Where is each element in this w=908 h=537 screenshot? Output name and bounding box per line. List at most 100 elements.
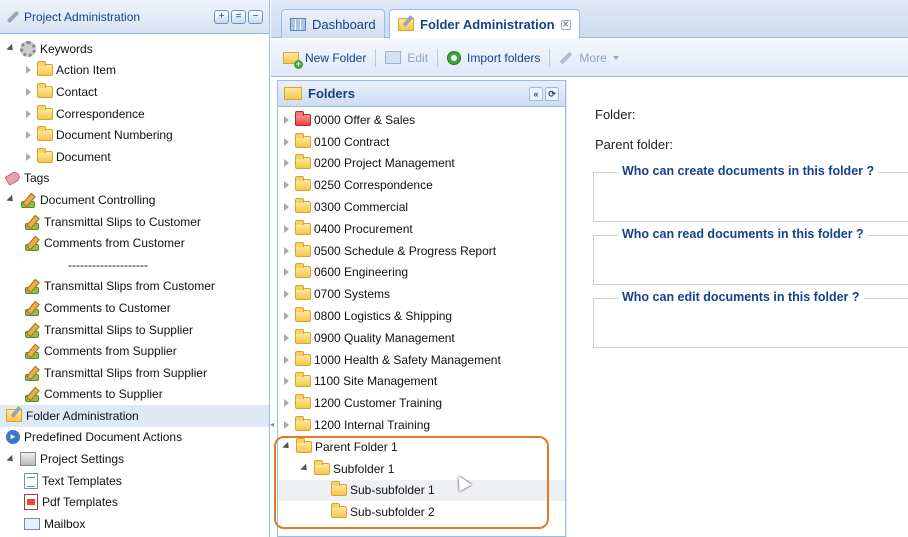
expand-all-button[interactable]: + [214, 9, 229, 24]
admin-tree-item[interactable]: Folder Administration [0, 405, 269, 427]
close-icon[interactable]: ✕ [560, 19, 571, 30]
folder-icon [295, 350, 311, 366]
folder-tree-item[interactable]: 0100 Contract [278, 131, 565, 153]
admin-tree-item[interactable]: Comments to Supplier [0, 384, 269, 406]
collapsed-arrow-icon[interactable] [284, 137, 289, 146]
admin-tree-item[interactable]: Text Templates [0, 470, 269, 492]
admin-tree-label: Document Numbering [56, 128, 173, 143]
more-button[interactable]: More [559, 50, 619, 65]
admin-tree-item[interactable]: Mailbox [0, 513, 269, 535]
folder-tree-item[interactable]: 0000 Offer & Sales [278, 109, 565, 131]
admin-tree-item[interactable]: Transmittal Slips to Supplier [0, 319, 269, 341]
folder-tree-item[interactable]: 0700 Systems [278, 283, 565, 305]
folder-tree-item[interactable]: 1200 Customer Training [278, 392, 565, 414]
import-folders-button[interactable]: Import folders [447, 50, 540, 65]
collapsed-arrow-icon[interactable] [284, 224, 289, 233]
new-folder-button[interactable]: New Folder [283, 51, 366, 69]
admin-tree-item[interactable]: Transmittal Slips to Customer [0, 211, 269, 233]
admin-tree-item[interactable]: -------------------- [0, 254, 269, 276]
folder-name: 0250 Correspondence [314, 178, 433, 193]
splitter-handle[interactable]: ◂ [270, 420, 276, 436]
collapsed-arrow-icon[interactable] [284, 268, 289, 277]
admin-tree-item[interactable]: Document [0, 146, 269, 168]
admin-tree-item[interactable]: ► Predefined Document Actions [0, 427, 269, 449]
tab-folder-administration[interactable]: Folder Administration ✕ [389, 9, 580, 39]
edit-button[interactable]: Edit [385, 51, 428, 65]
collapsed-arrow-icon[interactable] [284, 246, 289, 255]
admin-tree-item[interactable]: Document Controlling [0, 189, 269, 211]
expanded-arrow-icon[interactable] [300, 464, 310, 474]
gear-icon [20, 40, 36, 57]
folder-tree-item[interactable]: 0500 Schedule & Progress Report [278, 240, 565, 262]
pen-icon [24, 279, 40, 295]
admin-tree-item[interactable]: Project Settings [0, 448, 269, 470]
expanded-arrow-icon[interactable] [6, 44, 16, 54]
folder-tree-item[interactable]: 0200 Project Management [278, 153, 565, 175]
folder-tree-item[interactable]: Sub-subfolder 2 [278, 501, 565, 523]
admin-tree-item[interactable]: Comments from Customer [0, 232, 269, 254]
admin-tree-item[interactable]: Pdf Templates [0, 491, 269, 513]
more-label: More [579, 50, 607, 65]
admin-tree-item[interactable]: Keywords [0, 38, 269, 60]
collapse-button[interactable]: − [248, 9, 263, 24]
refresh-icon[interactable]: ⟳ [545, 86, 559, 101]
refresh-button[interactable]: = [231, 9, 246, 24]
admin-tree-item[interactable]: Contact [0, 81, 269, 103]
collapsed-arrow-icon[interactable] [284, 181, 289, 190]
collapsed-arrow-icon[interactable] [284, 159, 289, 168]
admin-tree-item[interactable]: Tags [0, 168, 269, 190]
folder-icon [295, 176, 311, 192]
tab-dashboard[interactable]: Dashboard [281, 9, 385, 38]
folder-tree-item[interactable]: 0900 Quality Management [278, 327, 565, 349]
folder-tree-item[interactable]: Sub-subfolder 1 [278, 479, 565, 502]
collapsed-arrow-icon[interactable] [26, 131, 31, 140]
admin-tree-item[interactable]: Transmittal Slips from Customer [0, 276, 269, 298]
collapsed-arrow-icon[interactable] [284, 312, 289, 321]
admin-tree-label: Document [56, 149, 111, 164]
expanded-arrow-icon[interactable] [6, 195, 16, 205]
folder-icon [295, 132, 311, 148]
folder-tree-item[interactable]: 1200 Internal Training [278, 414, 565, 436]
collapsed-arrow-icon[interactable] [284, 115, 289, 124]
folder-icon [295, 154, 311, 170]
wrench-icon [559, 51, 573, 65]
admin-tree-item[interactable]: Transmittal Slips from Supplier [0, 362, 269, 384]
folder-tree-item[interactable]: 0250 Correspondence [278, 174, 565, 196]
folder-tree-item[interactable]: 0600 Engineering [278, 262, 565, 284]
collapsed-arrow-icon[interactable] [284, 290, 289, 299]
admin-tree-item[interactable]: Comments from Supplier [0, 340, 269, 362]
folder-tree-item[interactable]: 0300 Commercial [278, 196, 565, 218]
collapse-panel-button[interactable]: « [529, 86, 543, 101]
admin-tree-item[interactable]: Correspondence [0, 103, 269, 125]
folder-tree-item[interactable]: 0400 Procurement [278, 218, 565, 240]
collapsed-arrow-icon[interactable] [26, 152, 31, 161]
folder-name: 1000 Health & Safety Management [314, 352, 501, 367]
collapsed-arrow-icon[interactable] [284, 203, 289, 212]
pen-icon [24, 344, 40, 360]
admin-tree-item[interactable]: Action Item [0, 60, 269, 82]
folder-tree-item[interactable]: Subfolder 1 [278, 458, 565, 480]
folder-tree-item[interactable]: 0800 Logistics & Shipping [278, 305, 565, 327]
expanded-arrow-icon[interactable] [282, 442, 292, 452]
folder-tree-item[interactable]: 1000 Health & Safety Management [278, 349, 565, 371]
folder-tree-item[interactable]: 1100 Site Management [278, 371, 565, 393]
admin-tree-label: Mailbox [44, 516, 86, 531]
folders-title: Folders [308, 86, 355, 101]
folder-tree-item[interactable]: Parent Folder 1 [278, 436, 565, 458]
folder-label: Folder: [595, 107, 636, 122]
collapsed-arrow-icon[interactable] [284, 399, 289, 408]
folder-name: 0600 Engineering [314, 265, 409, 280]
collapsed-arrow-icon[interactable] [284, 421, 289, 430]
admin-tree-label: Transmittal Slips to Customer [44, 214, 201, 229]
collapsed-arrow-icon[interactable] [284, 333, 289, 342]
collapsed-arrow-icon[interactable] [26, 66, 31, 75]
collapsed-arrow-icon[interactable] [26, 109, 31, 118]
collapsed-arrow-icon[interactable] [284, 377, 289, 386]
folder-icon [295, 198, 311, 214]
collapsed-arrow-icon[interactable] [284, 355, 289, 364]
admin-tree-item[interactable]: Comments to Customer [0, 297, 269, 319]
folder-name: 0000 Offer & Sales [314, 112, 416, 127]
expanded-arrow-icon[interactable] [6, 454, 16, 464]
collapsed-arrow-icon[interactable] [26, 87, 31, 96]
admin-tree-item[interactable]: Document Numbering [0, 124, 269, 146]
